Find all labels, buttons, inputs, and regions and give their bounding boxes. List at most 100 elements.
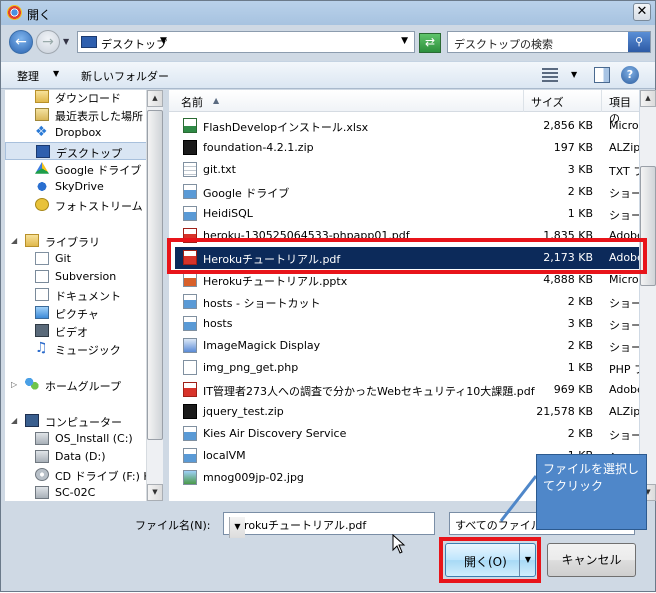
sidebar-item[interactable]: ◢ コンピューター (5, 412, 147, 430)
sidebar-item[interactable]: ◢ ライブラリ (5, 232, 147, 250)
open-button-highlight (439, 537, 541, 583)
tree-expander-icon[interactable]: ◢ (11, 416, 17, 425)
file-name: IT管理者273人への調査で分かったWebセキュリティ10大課題.pdf (203, 385, 535, 398)
view-options-dropdown[interactable]: ▼ (571, 70, 577, 79)
tree-expander-icon[interactable]: ▷ (11, 380, 17, 389)
forward-button[interactable]: → (36, 30, 60, 54)
tree-expander-icon[interactable]: ◢ (11, 236, 17, 245)
address-location[interactable]: デスクトップ (101, 36, 167, 52)
computer-icon (25, 414, 39, 427)
filetype-value[interactable]: すべてのファイル (455, 517, 542, 533)
sort-ascending-icon: ▲ (213, 96, 220, 105)
file-row[interactable]: jquery_test.zip 21,578 KB ALZip (175, 401, 639, 423)
scroll-up-button[interactable]: ▲ (147, 90, 163, 107)
sidebar-item-label: Data (D:) (55, 450, 106, 463)
address-dropdown[interactable]: ▼ (401, 36, 408, 46)
file-row[interactable]: hosts - ショートカット 2 KB ショー (175, 291, 639, 313)
back-button[interactable]: ← (9, 30, 33, 54)
preview-pane-icon[interactable] (594, 67, 610, 83)
file-name: jquery_test.zip (203, 405, 284, 418)
sidebar-item[interactable]: ♫ ミュージック (5, 340, 147, 358)
search-box[interactable]: デスクトップの検索 ⚲ (447, 31, 651, 53)
chevron-down-icon[interactable]: ▼ (53, 69, 59, 78)
sidebar-item[interactable]: 最近表示した場所 (5, 106, 147, 124)
file-row[interactable]: HeidiSQL 1 KB ショー (175, 203, 639, 225)
filename-value[interactable]: Herokuチュートリアル.pdf (229, 517, 366, 533)
pdf-file-icon (183, 382, 197, 397)
sidebar-item[interactable]: フォトストリーム (5, 196, 147, 214)
cancel-button[interactable]: キャンセル (547, 543, 636, 577)
photo-stream-icon (35, 198, 49, 211)
search-input[interactable]: デスクトップの検索 (454, 36, 553, 52)
close-button[interactable]: ✕ (633, 3, 651, 21)
sidebar-item-label: ミュージック (55, 344, 121, 357)
file-list-scrollbar[interactable]: ▲ ▼ (640, 90, 656, 501)
file-size: 4,888 KB (543, 273, 593, 286)
filename-history-dropdown[interactable]: ▼ (229, 517, 245, 538)
file-name: img_png_get.php (203, 361, 299, 374)
navigation-pane-scrollbar[interactable]: ▲ ▼ (146, 90, 163, 501)
sidebar-item[interactable]: OS_Install (C:) (5, 430, 147, 448)
file-type: Adobe (609, 383, 639, 396)
sidebar-item-label: ライブラリ (45, 236, 100, 249)
shortcut-icon (183, 426, 197, 441)
scroll-up-button[interactable]: ▲ (640, 90, 656, 107)
file-row[interactable]: hosts 3 KB ショー (175, 313, 639, 335)
git-folder-icon (35, 252, 49, 265)
sidebar-item[interactable]: Subversion (5, 268, 147, 286)
organize-button[interactable]: 整理 (17, 68, 39, 84)
file-row[interactable]: FlashDevelopインストール.xlsx 2,856 KB Micro (175, 115, 639, 137)
column-divider[interactable] (523, 90, 524, 112)
file-row[interactable]: git.txt 3 KB TXT フ (175, 159, 639, 181)
refresh-button[interactable]: ⇄ (419, 33, 441, 53)
change-view-icon[interactable] (542, 68, 558, 82)
command-bar: 整理 ▼ 新しいフォルダー ▼ ? (1, 61, 655, 89)
file-name: git.txt (203, 163, 236, 176)
sidebar-item[interactable]: ❖ Dropbox (5, 124, 147, 142)
scroll-thumb[interactable] (147, 110, 163, 440)
file-type: ALZip (609, 405, 639, 418)
sidebar-item[interactable]: Data (D:) (5, 448, 147, 466)
help-icon[interactable]: ? (621, 66, 639, 84)
sidebar-item[interactable]: ピクチャ (5, 304, 147, 322)
skydrive-icon (35, 180, 49, 193)
file-row[interactable]: IT管理者273人への調査で分かったWebセキュリティ10大課題.pdf 969 … (175, 379, 639, 401)
file-row[interactable]: Kies Air Discovery Service 2 KB ショー (175, 423, 639, 445)
sidebar-item-label: ホームグループ (45, 380, 122, 393)
column-header-size[interactable]: サイズ (531, 94, 564, 110)
column-divider[interactable] (601, 90, 602, 112)
file-name: foundation-4.2.1.zip (203, 141, 314, 154)
scroll-down-button[interactable]: ▼ (147, 484, 163, 501)
search-icon[interactable]: ⚲ (628, 32, 650, 52)
sidebar-item[interactable]: CD ドライブ (F:) HI (5, 466, 155, 484)
selected-file-highlight (167, 238, 647, 274)
google-drive-icon (35, 162, 49, 174)
sidebar-item[interactable]: Google ドライブ (5, 160, 147, 178)
sidebar-item[interactable]: ダウンロード (5, 90, 147, 106)
filename-field[interactable]: Herokuチュートリアル.pdf ▼ (223, 512, 435, 538)
file-row[interactable]: foundation-4.2.1.zip 197 KB ALZip (175, 137, 639, 159)
file-type: ALZip (609, 141, 639, 154)
address-bar[interactable]: デスクトップ ▼ ▼ (77, 31, 415, 53)
file-row[interactable]: Google ドライブ 2 KB ショー (175, 181, 639, 203)
recent-pages-dropdown[interactable]: ▼ (63, 37, 69, 46)
file-row[interactable]: img_png_get.php 1 KB PHP フ (175, 357, 639, 379)
desktop-icon (81, 36, 97, 48)
sidebar-item[interactable]: SC-02C (5, 484, 147, 501)
sidebar-item-label: OS_Install (C:) (55, 432, 133, 445)
sidebar-item-label: Google ドライブ (55, 164, 142, 177)
sidebar-item[interactable]: デスクトップ (5, 142, 147, 160)
column-header-name[interactable]: 名前 (181, 94, 203, 110)
new-folder-button[interactable]: 新しいフォルダー (81, 68, 169, 84)
sidebar-item[interactable]: ▷ ホームグループ (5, 376, 147, 394)
sidebar-item[interactable]: ドキュメント (5, 286, 147, 304)
file-size: 197 KB (553, 141, 593, 154)
sidebar-item[interactable]: ビデオ (5, 322, 147, 340)
php-file-icon (183, 360, 197, 375)
shortcut-icon (183, 316, 197, 331)
breadcrumb-chevron-icon[interactable]: ▼ (160, 36, 167, 46)
sidebar-item[interactable]: Git (5, 250, 147, 268)
file-row[interactable]: ImageMagick Display 2 KB ショー (175, 335, 639, 357)
sidebar-item[interactable]: SkyDrive (5, 178, 147, 196)
mouse-cursor-icon (392, 534, 406, 554)
